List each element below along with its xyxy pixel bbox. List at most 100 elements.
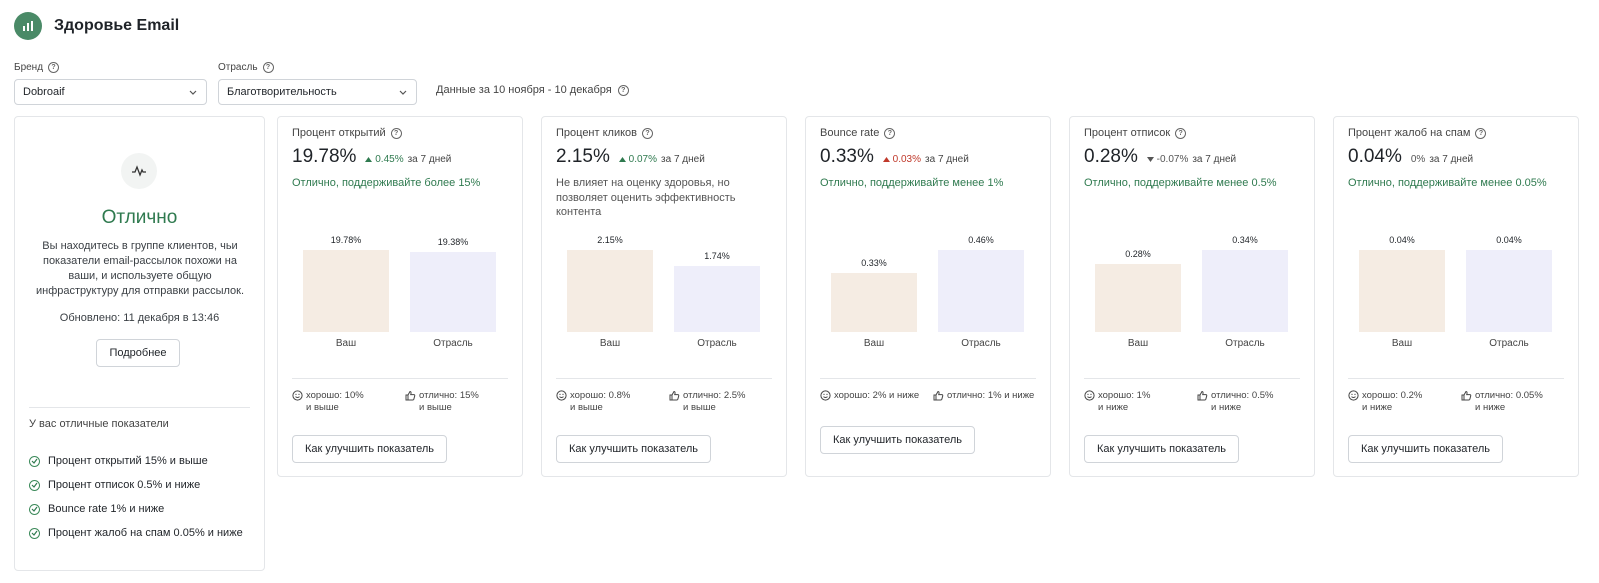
metric-title: Процент отписок (1084, 127, 1171, 139)
threshold-excellent: отлично: 2.5% и выше (669, 390, 781, 414)
thumbs-up-icon (1197, 390, 1208, 414)
bar-yours (831, 273, 917, 332)
metric-advice: Отлично, поддерживайте менее 1% (820, 177, 1004, 189)
pulse-icon (121, 153, 157, 189)
improve-metric-button[interactable]: Как улучшить показатель (1084, 435, 1239, 463)
bar-category-label: Отрасль (1489, 338, 1529, 349)
bar-yours (1095, 264, 1181, 332)
threshold-excellent-text: отлично: 15% и выше (419, 390, 479, 413)
arrow-down-icon (1146, 157, 1154, 162)
threshold-excellent: отлично: 15% и выше (405, 390, 517, 414)
metric-trend-value: 0.07% (628, 154, 658, 165)
metric-value: 2.15% (556, 146, 610, 167)
threshold-good-text: хорошо: 0.8% и выше (570, 390, 631, 413)
bar-category-label: Отрасль (961, 338, 1001, 349)
bar-yours (303, 250, 389, 332)
metric-title: Процент кликов (556, 127, 638, 139)
industry-label: Отрасль (218, 61, 258, 73)
thumbs-up-icon (1461, 390, 1472, 414)
bar-value-label: 0.46% (968, 235, 994, 245)
thumbs-up-icon (405, 390, 416, 414)
improve-metric-button[interactable]: Как улучшить показатель (820, 426, 975, 454)
more-details-button[interactable]: Подробнее (96, 339, 180, 367)
metric-title: Bounce rate (820, 127, 880, 139)
metric-value: 19.78% (292, 146, 357, 167)
metric-title: Процент открытий (292, 127, 386, 139)
smile-icon (556, 390, 567, 414)
metric-period: за 7 дней (1192, 154, 1237, 165)
threshold-excellent: отлично: 1% и ниже (933, 390, 1045, 405)
help-icon[interactable]: ? (617, 84, 629, 96)
metric-period: за 7 дней (407, 154, 452, 165)
smile-icon (292, 390, 303, 414)
divider (292, 378, 508, 379)
help-icon[interactable]: ? (390, 127, 402, 139)
thumbs-up-icon (933, 390, 944, 405)
page-title: Здоровье Email (54, 17, 180, 34)
metric-trend-value: -0.07% (1156, 154, 1189, 165)
bar-category-label: Ваш (863, 338, 885, 349)
metric-trend: 0.03% (882, 154, 921, 165)
industry-select-value: Благотворительность (227, 86, 337, 98)
bar-value-label: 0.04% (1389, 235, 1415, 245)
smile-icon (1084, 390, 1095, 414)
bar-industry (410, 252, 496, 332)
brand-select[interactable]: Dobroaif (14, 79, 207, 105)
good-metric-item: Bounce rate 1% и ниже (29, 497, 243, 521)
chevron-down-icon (399, 90, 407, 95)
help-icon[interactable]: ? (642, 127, 654, 139)
help-icon[interactable]: ? (1475, 127, 1487, 139)
metric-card: Процент кликов? 2.15% 0.07% за 7 дней Не вл… (541, 116, 787, 477)
metric-title: Процент жалоб на спам (1348, 127, 1471, 139)
metric-value: 0.04% (1348, 146, 1402, 167)
page-header: Здоровье Email (14, 12, 179, 40)
metric-trend-value: 0% (1410, 154, 1426, 165)
metric-period: за 7 дней (661, 154, 705, 165)
threshold-good-text: хорошо: 0.2% и ниже (1362, 390, 1423, 413)
bar-category-label: Отрасль (697, 338, 737, 349)
help-icon[interactable]: ? (1175, 127, 1187, 139)
divider (1348, 378, 1564, 379)
check-circle-icon (29, 527, 40, 539)
metric-card: Процент открытий? 19.78% 0.45% за 7 дней От… (277, 116, 523, 477)
date-range: Данные за 10 ноября - 10 декабря ? (436, 84, 629, 96)
industry-select[interactable]: Благотворительность (218, 79, 417, 105)
threshold-good: хорошо: 1% и ниже (1084, 390, 1189, 414)
improve-metric-button[interactable]: Как улучшить показатель (292, 435, 447, 463)
improve-metric-button[interactable]: Как улучшить показатель (1348, 435, 1503, 463)
help-icon[interactable]: ? (884, 127, 896, 139)
good-metric-label: Процент отписок 0.5% и ниже (48, 479, 201, 491)
metric-advice: Отлично, поддерживайте более 15% (292, 177, 481, 189)
help-icon[interactable]: ? (48, 61, 60, 73)
threshold-good: хорошо: 10% и выше (292, 390, 397, 414)
bar-yours (567, 250, 653, 332)
bar-value-label: 19.78% (330, 235, 362, 245)
bar-category-label: Ваш (335, 338, 357, 349)
threshold-good: хорошо: 0.8% и выше (556, 390, 661, 414)
bar-category-label: Отрасль (1225, 338, 1265, 349)
threshold-excellent: отлично: 0.05% и ниже (1461, 390, 1573, 414)
bar-category-label: Ваш (599, 338, 621, 349)
threshold-excellent: отлично: 0.5% и ниже (1197, 390, 1309, 414)
metric-card: Процент отписок? 0.28% -0.07% за 7 дней Отл… (1069, 116, 1315, 477)
threshold-excellent-text: отлично: 1% и ниже (947, 390, 1035, 401)
metric-trend: 0% (1411, 154, 1425, 165)
threshold-excellent-text: отлично: 2.5% и выше (683, 390, 746, 413)
bar-category-label: Отрасль (433, 338, 473, 349)
divider (29, 407, 250, 408)
bar-chart-icon (14, 12, 42, 40)
metric-period: за 7 дней (1429, 154, 1474, 165)
help-icon[interactable]: ? (262, 61, 274, 73)
good-metrics-title: У вас отличные показатели (29, 418, 169, 430)
improve-metric-button[interactable]: Как улучшить показатель (556, 435, 711, 463)
bar-yours (1359, 250, 1445, 332)
metric-advice: Отлично, поддерживайте менее 0.5% (1084, 177, 1277, 189)
metric-value: 0.33% (820, 146, 874, 167)
metric-trend: -0.07% (1146, 154, 1189, 165)
threshold-excellent-text: отлично: 0.5% и ниже (1211, 390, 1274, 413)
health-summary-card: Отлично Вы находитесь в группе клиентов,… (14, 116, 265, 571)
threshold-good-text: хорошо: 10% и выше (306, 390, 364, 413)
threshold-excellent-text: отлично: 0.05% и ниже (1475, 390, 1543, 413)
bar-industry (674, 266, 760, 332)
divider (820, 378, 1036, 379)
